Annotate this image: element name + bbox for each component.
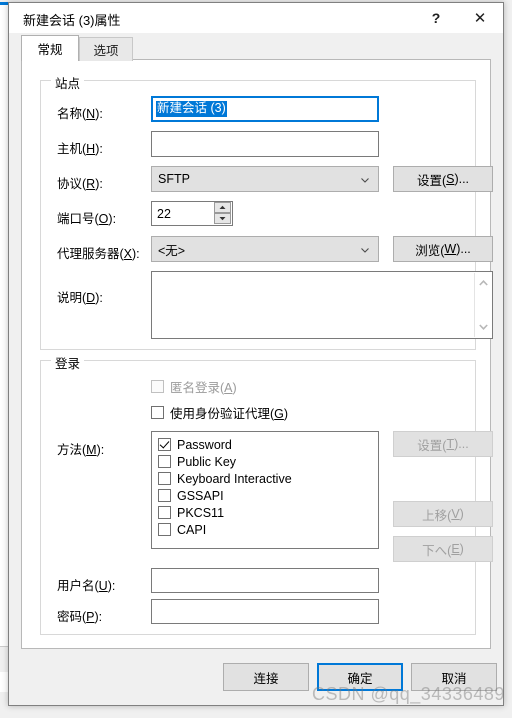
site-group: 站点 名称(N): 新建会话 (3) 主机(H): 协议(R): SFTP 设置… <box>40 73 493 350</box>
description-scrollbar[interactable] <box>474 273 491 337</box>
method-move-down-button: 下へ(E) <box>393 536 493 562</box>
name-input-value: 新建会话 (3) <box>156 101 227 117</box>
list-item[interactable]: Password <box>158 436 378 453</box>
tab-options[interactable]: 选项 <box>79 37 133 61</box>
chevron-down-icon <box>360 174 370 184</box>
watermark: CSDN @qq_34336489 <box>312 684 505 704</box>
connect-button[interactable]: 连接 <box>223 663 309 691</box>
anonymous-login-label: 匿名登录(A) <box>170 381 237 395</box>
stepper-up-icon[interactable] <box>214 202 231 213</box>
protocol-settings-button[interactable]: 设置(S)... <box>393 166 493 192</box>
username-label: 用户名(U): <box>57 579 116 593</box>
checkbox-icon[interactable] <box>158 489 171 502</box>
protocol-select-value: SFTP <box>158 172 190 186</box>
proxy-select-value: <无> <box>158 243 186 258</box>
scroll-up-icon[interactable] <box>475 275 491 291</box>
close-icon[interactable]: ✕ <box>463 3 497 32</box>
checkbox-icon[interactable] <box>158 523 171 536</box>
list-item[interactable]: Public Key <box>158 453 378 470</box>
stepper-down-icon[interactable] <box>214 213 231 224</box>
checkbox-icon[interactable] <box>158 438 171 451</box>
proxy-label: 代理服务器(X): <box>57 247 140 261</box>
help-icon[interactable]: ? <box>419 3 453 32</box>
name-label: 名称(N): <box>57 107 103 121</box>
list-item[interactable]: Keyboard Interactive <box>158 470 378 487</box>
checkbox-icon <box>151 380 164 393</box>
name-input[interactable]: 新建会话 (3) <box>151 96 379 122</box>
list-item[interactable]: PKCS11 <box>158 504 378 521</box>
use-auth-agent-label: 使用身份验证代理(G) <box>170 407 289 421</box>
chevron-down-icon <box>360 244 370 254</box>
list-item[interactable]: GSSAPI <box>158 487 378 504</box>
anonymous-login-checkbox: 匿名登录(A) <box>151 377 237 396</box>
checkbox-icon[interactable] <box>158 472 171 485</box>
scroll-down-icon[interactable] <box>475 319 491 335</box>
checkbox-icon <box>151 406 164 419</box>
description-label: 说明(D): <box>57 291 103 305</box>
method-settings-button: 设置(T)... <box>393 431 493 457</box>
password-label: 密码(P): <box>57 610 103 624</box>
list-item[interactable]: CAPI <box>158 521 378 538</box>
list-item-label: GSSAPI <box>177 488 224 503</box>
password-input[interactable] <box>151 599 379 624</box>
checkbox-icon[interactable] <box>158 506 171 519</box>
use-auth-agent-checkbox[interactable]: 使用身份验证代理(G) <box>151 403 288 422</box>
host-label: 主机(H): <box>57 142 103 156</box>
tab-general[interactable]: 常规 <box>21 35 79 61</box>
port-stepper[interactable]: 22 <box>151 201 233 226</box>
auth-method-list[interactable]: Password Public Key Keyboard Interactive… <box>151 431 379 549</box>
list-item-label: Password <box>177 437 232 452</box>
method-move-up-button: 上移(V) <box>393 501 493 527</box>
dialog-titlebar: 新建会话 (3)属性 ? ✕ <box>9 3 503 34</box>
list-item-label: Keyboard Interactive <box>177 471 292 486</box>
tab-panel-general: 站点 名称(N): 新建会话 (3) 主机(H): 协议(R): SFTP 设置… <box>21 59 493 649</box>
login-group: 登录 匿名登录(A) 使用身份验证代理(G) 方法(M): Password P… <box>40 353 493 635</box>
site-group-title: 站点 <box>51 73 85 92</box>
list-item-label: Public Key <box>177 454 237 469</box>
username-input[interactable] <box>151 568 379 593</box>
host-input[interactable] <box>151 131 379 157</box>
port-stepper-buttons <box>214 202 231 227</box>
list-item-label: CAPI <box>177 522 207 537</box>
list-item-label: PKCS11 <box>177 505 225 520</box>
port-label: 端口号(O): <box>57 212 117 226</box>
protocol-label: 协议(R): <box>57 177 103 191</box>
tab-strip: 常规 选项 <box>9 33 503 61</box>
method-label: 方法(M): <box>57 443 105 457</box>
protocol-select[interactable]: SFTP <box>151 166 379 192</box>
login-group-title: 登录 <box>51 353 85 372</box>
proxy-select[interactable]: <无> <box>151 236 379 262</box>
port-input-value: 22 <box>157 206 171 221</box>
session-properties-dialog: 新建会话 (3)属性 ? ✕ 常规 选项 站点 名称(N): 新建会话 (3) … <box>8 2 504 706</box>
dialog-title: 新建会话 (3)属性 <box>23 13 121 28</box>
proxy-browse-button[interactable]: 浏览(W)... <box>393 236 493 262</box>
checkbox-icon[interactable] <box>158 455 171 468</box>
description-textarea[interactable] <box>151 271 493 339</box>
